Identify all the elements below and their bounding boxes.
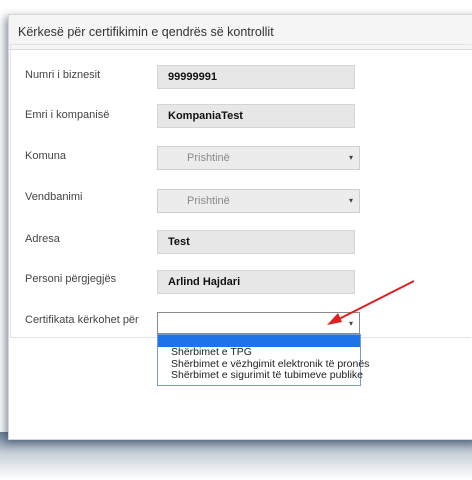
annotation-arrow-icon (327, 280, 415, 325)
